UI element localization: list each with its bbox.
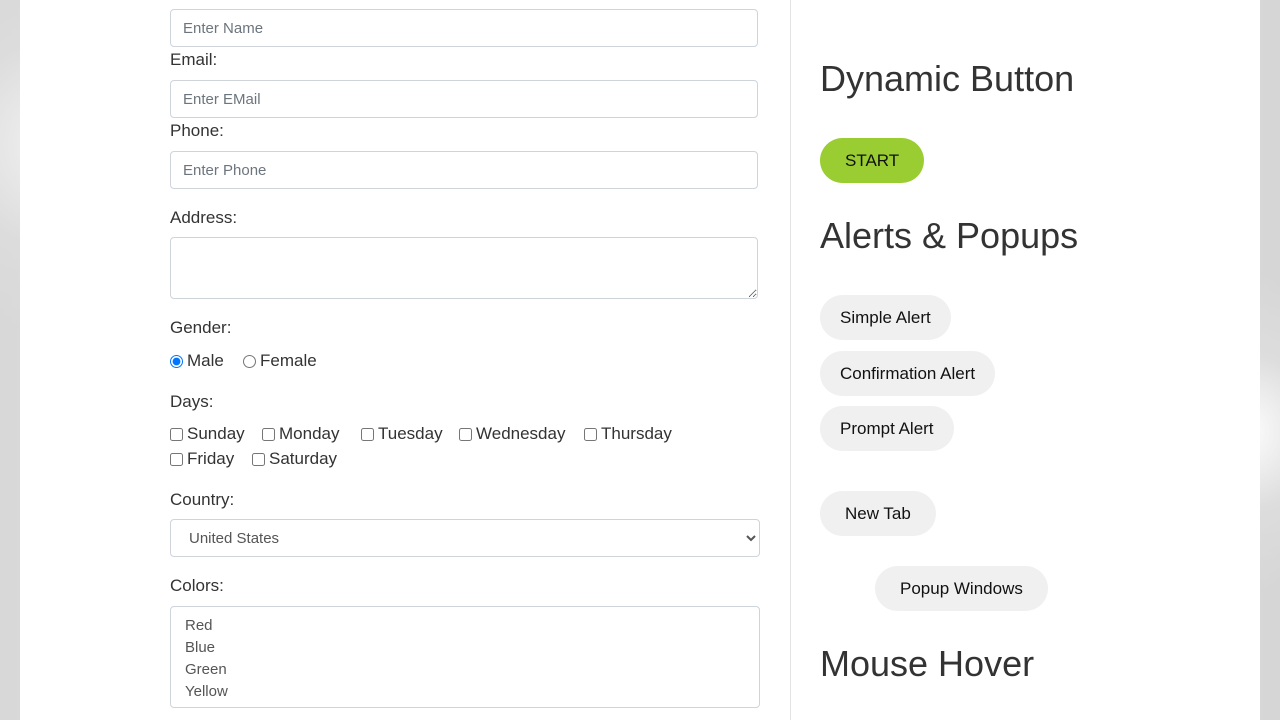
popup-windows-button[interactable]: Popup Windows: [875, 566, 1048, 611]
friday-checkbox[interactable]: [170, 452, 183, 466]
day-saturday[interactable]: Saturday: [252, 449, 337, 469]
female-label: Female: [260, 351, 317, 370]
colors-listbox[interactable]: Red Blue Green Yellow: [170, 606, 760, 708]
sunday-checkbox[interactable]: [170, 427, 183, 441]
day-label: Thursday: [601, 424, 672, 443]
simple-alert-button[interactable]: Simple Alert: [820, 295, 951, 340]
thursday-checkbox[interactable]: [584, 427, 597, 441]
gender-male[interactable]: Male: [170, 351, 224, 371]
saturday-checkbox[interactable]: [252, 452, 265, 466]
day-tuesday[interactable]: Tuesday: [361, 424, 443, 444]
email-label: Email:: [170, 50, 218, 69]
day-label: Wednesday: [476, 424, 566, 443]
email-input[interactable]: [170, 80, 758, 118]
day-label: Saturday: [269, 449, 338, 468]
dynamic-button-heading: Dynamic Button: [820, 58, 1075, 99]
male-label: Male: [187, 351, 224, 370]
name-input[interactable]: [170, 9, 758, 47]
day-label: Monday: [279, 424, 340, 443]
new-tab-button[interactable]: New Tab: [820, 491, 936, 536]
day-monday[interactable]: Monday: [262, 424, 339, 444]
phone-input[interactable]: [170, 151, 758, 189]
wednesday-checkbox[interactable]: [459, 427, 472, 441]
country-select[interactable]: United States: [170, 519, 760, 557]
day-sunday[interactable]: Sunday: [170, 424, 245, 444]
address-label: Address:: [170, 208, 238, 227]
day-label: Tuesday: [378, 424, 443, 443]
column-divider: [790, 0, 791, 720]
day-wednesday[interactable]: Wednesday: [459, 424, 565, 444]
tuesday-checkbox[interactable]: [361, 427, 374, 441]
day-thursday[interactable]: Thursday: [584, 424, 672, 444]
prompt-alert-button[interactable]: Prompt Alert: [820, 406, 954, 451]
male-radio[interactable]: [170, 354, 183, 368]
female-radio[interactable]: [243, 354, 256, 368]
confirmation-alert-button[interactable]: Confirmation Alert: [820, 351, 996, 396]
start-button[interactable]: START: [820, 138, 925, 183]
address-textarea[interactable]: [170, 237, 758, 299]
day-label: Friday: [187, 449, 235, 468]
day-friday[interactable]: Friday: [170, 449, 234, 469]
alerts-popups-heading: Alerts & Popups: [820, 215, 1079, 256]
days-label: Days:: [170, 392, 214, 411]
monday-checkbox[interactable]: [262, 427, 275, 441]
page: Email: Phone: Address: Gender: Male Fema…: [20, 0, 1260, 720]
gender-female[interactable]: Female: [243, 351, 317, 371]
color-option[interactable]: Green: [185, 659, 745, 681]
color-option[interactable]: Yellow: [185, 681, 745, 703]
colors-label: Colors:: [170, 576, 224, 595]
phone-label: Phone:: [170, 121, 224, 140]
country-label: Country:: [170, 490, 235, 509]
mouse-hover-heading: Mouse Hover: [820, 643, 1035, 684]
day-label: Sunday: [187, 424, 245, 443]
color-option[interactable]: Red: [185, 615, 745, 637]
color-option[interactable]: Blue: [185, 637, 745, 659]
gender-label: Gender:: [170, 318, 232, 337]
